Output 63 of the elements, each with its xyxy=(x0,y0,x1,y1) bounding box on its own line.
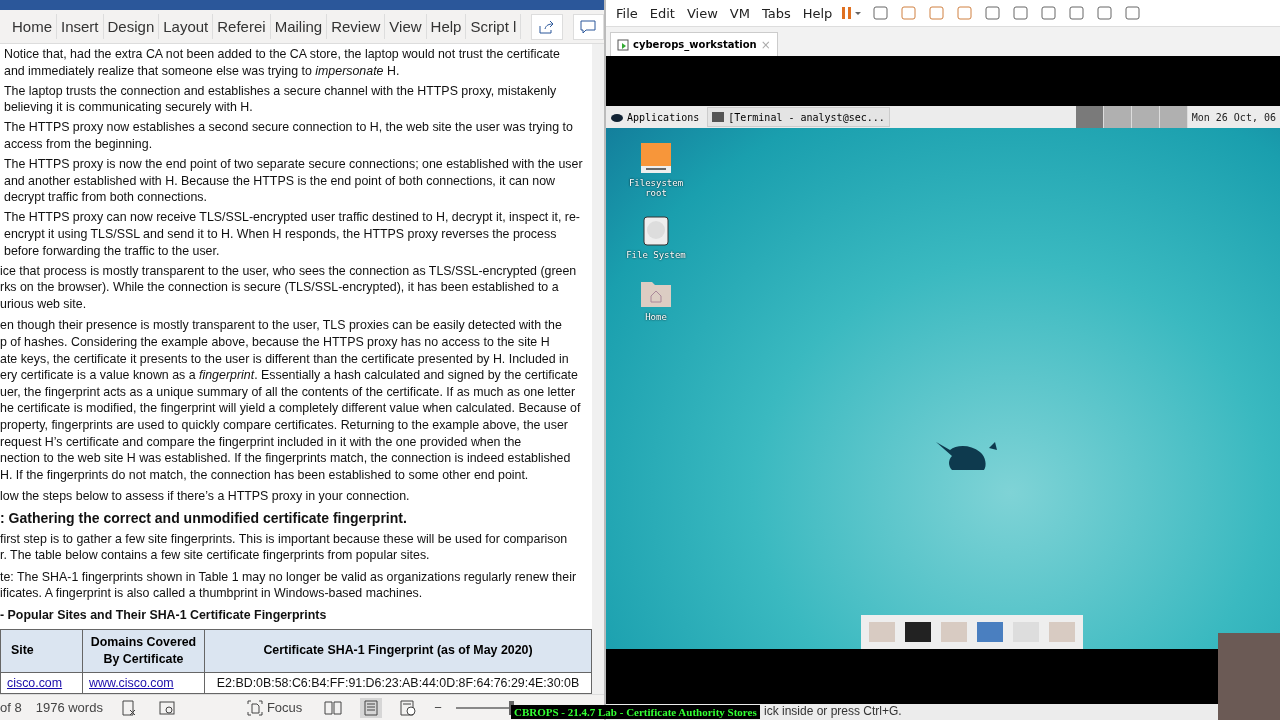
page-icon xyxy=(364,699,379,716)
vm-tab[interactable]: cyberops_workstation × xyxy=(610,32,778,56)
table-cell: E2:BD:0B:58:C6:B4:FF:91:D6:23:AB:44:0D:8F:64:76:29:4E:30:0B xyxy=(204,672,592,693)
workspace-switcher[interactable] xyxy=(1159,106,1188,128)
link[interactable]: www.cisco.com xyxy=(82,672,205,693)
scrollbar[interactable] xyxy=(592,44,604,694)
column-header: Site xyxy=(0,629,83,672)
paragraph: The HTTPS proxy now establishes a second secure connection to H, the web site the user was trying to access from the beginning. xyxy=(3,119,574,153)
web-page-icon xyxy=(400,699,417,716)
share-button[interactable] xyxy=(531,13,563,40)
menu-item[interactable]: Help xyxy=(798,3,837,23)
menu-item[interactable]: Edit xyxy=(645,3,679,23)
menu-item[interactable]: File xyxy=(612,3,642,23)
paragraph: first step is to gather a few site fingerprints. This is important because these will be used for comparison r. The table below contains a few site certificate fingerprints from popular sites. xyxy=(0,530,569,564)
paragraph: ice that process is mostly transparent to the user, who sees the connection as TLS/SSL-encrypted (green rks on the browser). While the connection is secure (TLS/SSL-encrypted), it has been established to a urious web site. xyxy=(0,262,578,313)
drive-icon xyxy=(640,142,672,174)
comment-icon xyxy=(580,19,597,34)
word-count: 1976 words xyxy=(35,700,103,715)
book-icon xyxy=(324,699,343,716)
paragraph: The laptop trusts the connection and establishes a secure channel with the HTTPS proxy, mistakenly believing it is communicating securely with H. xyxy=(3,82,558,116)
ribbon-tab[interactable]: Review xyxy=(327,14,386,39)
share-icon xyxy=(539,19,555,34)
column-header: Certificate SHA-1 Fingerprint (as of May 2020) xyxy=(204,629,592,672)
section-heading: : Gathering the correct and unmodified certificate fingerprint. xyxy=(0,509,408,527)
ribbon-tab[interactable]: Mailing xyxy=(270,14,328,39)
zoom-out-sign[interactable]: − xyxy=(434,700,442,715)
paragraph: te: The SHA-1 fingerprints shown in Table 1 may no longer be valid as organizations regularly renew their ificates. A fingerprint is also called a thumbprint in Windows-based machines. xyxy=(0,568,578,602)
paragraph: Notice that, had the extra CA not been added to the CA store, the laptop would not trust the certificate and immediately realize that someone else was trying to impersonate H. xyxy=(3,46,561,80)
book-check-icon xyxy=(120,699,137,716)
comments-button[interactable] xyxy=(572,13,604,40)
ribbon-tab[interactable]: Help xyxy=(426,14,467,39)
applications-menu[interactable]: Applications xyxy=(606,107,704,127)
document-icon xyxy=(158,699,175,716)
ribbon-tab[interactable]: Design xyxy=(103,14,160,39)
focus-icon xyxy=(246,699,263,716)
clock: Mon 26 Oct, 06 xyxy=(1190,111,1277,123)
ribbon-tab[interactable]: Script l xyxy=(466,14,522,39)
table-caption: - Popular Sites and Their SHA-1 Certificate Fingerprints xyxy=(0,606,328,624)
paragraph: en though their presence is mostly transparent to the user, TLS proxies can be easily detected with the p of hashes. Considering the example above, because the HTTPS proxy has no access to the site H ate keys, the certificate it presents to the user is different than the certificate presented by H. Included in ery certificate is a value known as a fingerprint. Essentially a hash calculated and signed by the certificate uer, the fingerprint acts as a unique summary of all the contents of the certificate. If as much as one letter he certificate is modified, the fingerprint will yield a completely different value when calculated. Because of property, fingerprints are used to quickly compare certificates. Returning to the example above, the user request H’s certificate and compare the fingerprint included in it with the one provided when the nection to the web site H was established. If the fingerprints match, the connection is indeed established H. If the fingerprints do not match, the connection has been established to some other end point. xyxy=(0,317,582,484)
page-count: of 8 xyxy=(0,700,22,715)
workspace-switcher[interactable] xyxy=(1131,106,1160,128)
ribbon-tab[interactable]: View xyxy=(385,14,427,39)
menu-item[interactable]: View xyxy=(682,3,722,23)
ribbon-tab[interactable]: Home xyxy=(8,14,57,39)
paragraph: The HTTPS proxy can now receive TLS/SSL-encrypted user traffic destined to H, decrypt it, inspect it, re- encrypt it using TLS/SSL and send it to H. When H responds, the HTTPS proxy reverses the process before forwarding the traffic to the user. xyxy=(3,209,581,260)
paragraph: low the steps below to assess if there’s a HTTPS proxy in your connection. xyxy=(0,488,411,505)
ribbon-tab[interactable]: Layout xyxy=(159,14,214,39)
video-title: CBROPS - 21.4.7 Lab - Certificate Authority Stores xyxy=(511,705,760,719)
mouse-logo-icon xyxy=(610,111,624,123)
ribbon-tab[interactable]: Referei xyxy=(213,14,271,39)
link[interactable]: cisco.com xyxy=(0,672,83,693)
workspace-switcher[interactable] xyxy=(1075,106,1104,128)
ribbon-tab[interactable]: Insert xyxy=(57,14,104,39)
print-layout-button[interactable] xyxy=(360,697,383,718)
taskbar-item[interactable]: [Terminal - analyst@sec... xyxy=(707,107,890,127)
menu-item[interactable]: VM xyxy=(725,3,754,23)
focus-button[interactable]: Focus xyxy=(242,697,307,718)
menu-item[interactable]: Tabs xyxy=(757,3,795,23)
workspace-switcher[interactable] xyxy=(1103,106,1132,128)
column-header: Domains Covered By Certificate xyxy=(82,629,205,672)
paragraph: The HTTPS proxy is now the end point of two separate secure connections; one established with the user and another established with H. Because the HTTPS is the end point of both connections, it can now decrypt traffic from both connections. xyxy=(3,156,584,206)
vm-icon xyxy=(617,38,629,51)
pause-icon[interactable] xyxy=(840,5,863,21)
